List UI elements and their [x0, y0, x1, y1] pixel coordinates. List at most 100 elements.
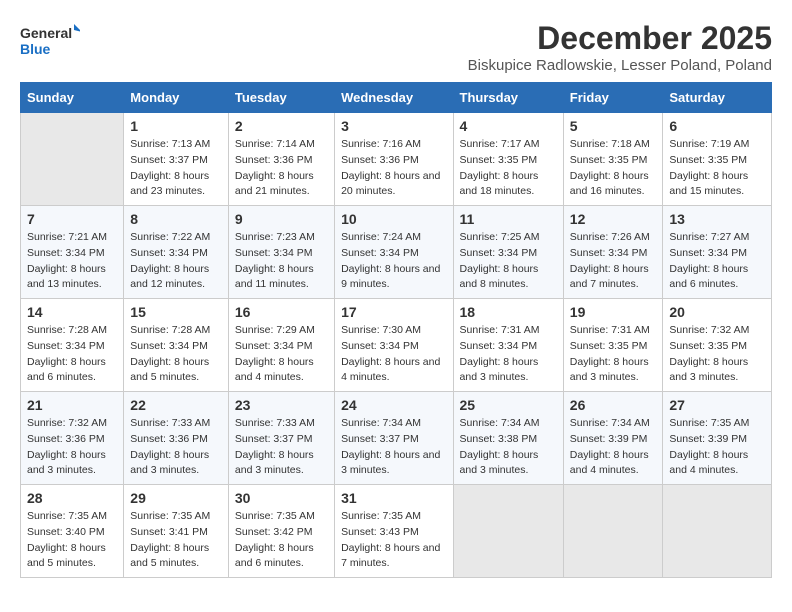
calendar-week-row: 21 Sunrise: 7:32 AMSunset: 3:36 PMDayligh… [21, 392, 772, 485]
day-number: 18 [460, 304, 557, 320]
weekday-header-monday: Monday [124, 83, 229, 113]
calendar-day-cell: 27 Sunrise: 7:35 AMSunset: 3:39 PMDayligh… [663, 392, 772, 485]
calendar-day-cell: 12 Sunrise: 7:26 AMSunset: 3:34 PMDayligh… [563, 206, 663, 299]
calendar-day-cell [563, 485, 663, 578]
day-number: 22 [130, 397, 222, 413]
day-number: 5 [570, 118, 657, 134]
day-info: Sunrise: 7:28 AMSunset: 3:34 PMDaylight:… [130, 323, 222, 386]
page-header: General Blue December 2025 Biskupice Rad… [20, 20, 772, 74]
day-info: Sunrise: 7:35 AMSunset: 3:42 PMDaylight:… [235, 509, 328, 572]
weekday-header-saturday: Saturday [663, 83, 772, 113]
day-info: Sunrise: 7:35 AMSunset: 3:40 PMDaylight:… [27, 509, 117, 572]
calendar-day-cell: 25 Sunrise: 7:34 AMSunset: 3:38 PMDayligh… [453, 392, 563, 485]
day-info: Sunrise: 7:32 AMSunset: 3:36 PMDaylight:… [27, 416, 117, 479]
day-number: 21 [27, 397, 117, 413]
day-info: Sunrise: 7:35 AMSunset: 3:43 PMDaylight:… [341, 509, 446, 572]
day-info: Sunrise: 7:18 AMSunset: 3:35 PMDaylight:… [570, 137, 657, 200]
day-number: 25 [460, 397, 557, 413]
month-title: December 2025 [468, 20, 772, 57]
day-info: Sunrise: 7:22 AMSunset: 3:34 PMDaylight:… [130, 230, 222, 293]
calendar-day-cell [663, 485, 772, 578]
day-info: Sunrise: 7:14 AMSunset: 3:36 PMDaylight:… [235, 137, 328, 200]
day-info: Sunrise: 7:34 AMSunset: 3:38 PMDaylight:… [460, 416, 557, 479]
day-info: Sunrise: 7:35 AMSunset: 3:41 PMDaylight:… [130, 509, 222, 572]
calendar-day-cell: 30 Sunrise: 7:35 AMSunset: 3:42 PMDayligh… [228, 485, 334, 578]
day-number: 23 [235, 397, 328, 413]
day-number: 14 [27, 304, 117, 320]
calendar-day-cell: 17 Sunrise: 7:30 AMSunset: 3:34 PMDayligh… [335, 299, 453, 392]
day-number: 8 [130, 211, 222, 227]
calendar-table: SundayMondayTuesdayWednesdayThursdayFrid… [20, 82, 772, 578]
day-number: 26 [570, 397, 657, 413]
day-info: Sunrise: 7:17 AMSunset: 3:35 PMDaylight:… [460, 137, 557, 200]
calendar-day-cell: 26 Sunrise: 7:34 AMSunset: 3:39 PMDayligh… [563, 392, 663, 485]
day-number: 24 [341, 397, 446, 413]
calendar-day-cell: 11 Sunrise: 7:25 AMSunset: 3:34 PMDayligh… [453, 206, 563, 299]
calendar-week-row: 7 Sunrise: 7:21 AMSunset: 3:34 PMDaylight… [21, 206, 772, 299]
day-info: Sunrise: 7:19 AMSunset: 3:35 PMDaylight:… [669, 137, 765, 200]
calendar-day-cell: 10Sunrise: 7:24 AMSunset: 3:34 PMDayligh… [335, 206, 453, 299]
day-info: Sunrise: 7:21 AMSunset: 3:34 PMDaylight:… [27, 230, 117, 293]
day-number: 28 [27, 490, 117, 506]
day-number: 3 [341, 118, 446, 134]
calendar-week-row: 1Sunrise: 7:13 AMSunset: 3:37 PMDaylight… [21, 113, 772, 206]
calendar-day-cell: 14 Sunrise: 7:28 AMSunset: 3:34 PMDayligh… [21, 299, 124, 392]
day-info: Sunrise: 7:23 AMSunset: 3:34 PMDaylight:… [235, 230, 328, 293]
calendar-day-cell: 19 Sunrise: 7:31 AMSunset: 3:35 PMDayligh… [563, 299, 663, 392]
day-info: Sunrise: 7:30 AMSunset: 3:34 PMDaylight:… [341, 323, 446, 386]
day-info: Sunrise: 7:35 AMSunset: 3:39 PMDaylight:… [669, 416, 765, 479]
day-info: Sunrise: 7:16 AMSunset: 3:36 PMDaylight:… [341, 137, 446, 200]
day-number: 30 [235, 490, 328, 506]
day-info: Sunrise: 7:34 AMSunset: 3:37 PMDaylight:… [341, 416, 446, 479]
calendar-day-cell: 16Sunrise: 7:29 AMSunset: 3:34 PMDayligh… [228, 299, 334, 392]
day-number: 17 [341, 304, 446, 320]
day-number: 7 [27, 211, 117, 227]
weekday-header-row: SundayMondayTuesdayWednesdayThursdayFrid… [21, 83, 772, 113]
calendar-day-cell [453, 485, 563, 578]
svg-text:General: General [20, 25, 72, 41]
calendar-day-cell: 31Sunrise: 7:35 AMSunset: 3:43 PMDayligh… [335, 485, 453, 578]
calendar-day-cell: 3 Sunrise: 7:16 AMSunset: 3:36 PMDaylight… [335, 113, 453, 206]
weekday-header-sunday: Sunday [21, 83, 124, 113]
calendar-day-cell: 6 Sunrise: 7:19 AMSunset: 3:35 PMDaylight… [663, 113, 772, 206]
calendar-day-cell: 29 Sunrise: 7:35 AMSunset: 3:41 PMDayligh… [124, 485, 229, 578]
calendar-day-cell: 22 Sunrise: 7:33 AMSunset: 3:36 PMDayligh… [124, 392, 229, 485]
day-info: Sunrise: 7:33 AMSunset: 3:37 PMDaylight:… [235, 416, 328, 479]
calendar-day-cell: 4Sunrise: 7:17 AMSunset: 3:35 PMDaylight… [453, 113, 563, 206]
day-info: Sunrise: 7:31 AMSunset: 3:34 PMDaylight:… [460, 323, 557, 386]
day-number: 19 [570, 304, 657, 320]
weekday-header-tuesday: Tuesday [228, 83, 334, 113]
logo-svg: General Blue [20, 20, 80, 64]
weekday-header-wednesday: Wednesday [335, 83, 453, 113]
calendar-day-cell [21, 113, 124, 206]
calendar-day-cell: 15 Sunrise: 7:28 AMSunset: 3:34 PMDayligh… [124, 299, 229, 392]
day-info: Sunrise: 7:32 AMSunset: 3:35 PMDaylight:… [669, 323, 765, 386]
calendar-day-cell: 20Sunrise: 7:32 AMSunset: 3:35 PMDayligh… [663, 299, 772, 392]
day-number: 16 [235, 304, 328, 320]
day-number: 2 [235, 118, 328, 134]
weekday-header-friday: Friday [563, 83, 663, 113]
calendar-day-cell: 28 Sunrise: 7:35 AMSunset: 3:40 PMDayligh… [21, 485, 124, 578]
calendar-day-cell: 2 Sunrise: 7:14 AMSunset: 3:36 PMDaylight… [228, 113, 334, 206]
day-info: Sunrise: 7:26 AMSunset: 3:34 PMDaylight:… [570, 230, 657, 293]
calendar-week-row: 14 Sunrise: 7:28 AMSunset: 3:34 PMDayligh… [21, 299, 772, 392]
day-number: 9 [235, 211, 328, 227]
day-info: Sunrise: 7:34 AMSunset: 3:39 PMDaylight:… [570, 416, 657, 479]
day-number: 15 [130, 304, 222, 320]
day-info: Sunrise: 7:31 AMSunset: 3:35 PMDaylight:… [570, 323, 657, 386]
calendar-day-cell: 9 Sunrise: 7:23 AMSunset: 3:34 PMDaylight… [228, 206, 334, 299]
day-number: 6 [669, 118, 765, 134]
calendar-day-cell: 5 Sunrise: 7:18 AMSunset: 3:35 PMDaylight… [563, 113, 663, 206]
calendar-day-cell: 7 Sunrise: 7:21 AMSunset: 3:34 PMDaylight… [21, 206, 124, 299]
day-info: Sunrise: 7:25 AMSunset: 3:34 PMDaylight:… [460, 230, 557, 293]
day-number: 29 [130, 490, 222, 506]
day-info: Sunrise: 7:33 AMSunset: 3:36 PMDaylight:… [130, 416, 222, 479]
day-info: Sunrise: 7:27 AMSunset: 3:34 PMDaylight:… [669, 230, 765, 293]
svg-text:Blue: Blue [20, 41, 51, 57]
day-number: 11 [460, 211, 557, 227]
day-info: Sunrise: 7:28 AMSunset: 3:34 PMDaylight:… [27, 323, 117, 386]
day-info: Sunrise: 7:13 AMSunset: 3:37 PMDaylight:… [130, 137, 222, 200]
day-number: 27 [669, 397, 765, 413]
day-number: 10 [341, 211, 446, 227]
day-number: 12 [570, 211, 657, 227]
